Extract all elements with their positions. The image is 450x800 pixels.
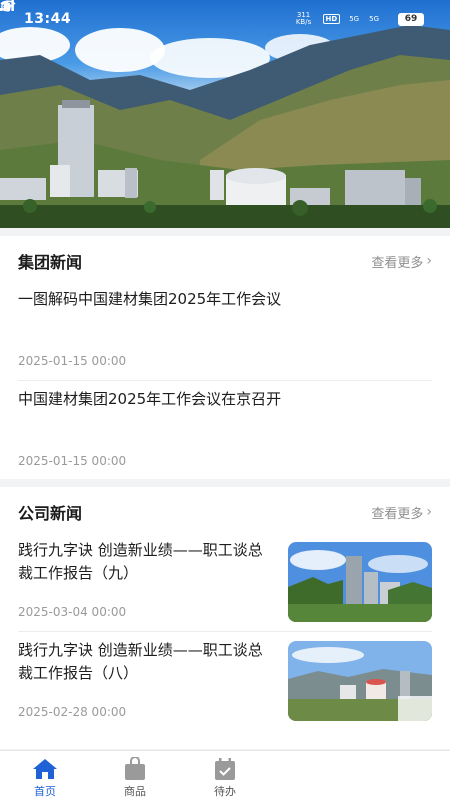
company-news-more-label: 查看更多 [371,506,424,522]
hd-badge: HD [322,14,341,24]
company-news-section: 公司新闻 查看更多 › 践行九字诀 创造新业绩——职工谈总裁工作报告（九） 20… [0,487,450,749]
news-title: 践行九字诀 创造新业绩——职工谈总裁工作报告（八） [18,641,263,682]
tab-home[interactable]: 首页 [15,757,75,799]
tab-products[interactable]: 商品 [105,756,165,799]
bag-icon [105,756,165,781]
news-date: 2025-01-15 00:00 [18,354,127,368]
company-news-more-link[interactable]: 查看更多 › [371,503,432,522]
tab-label: 首页 [34,785,56,798]
signal-5g-1-icon: 5G [0,0,360,23]
news-date: 2025-02-28 00:00 [18,705,127,719]
group-news-more-link[interactable]: 查看更多 › [371,252,432,271]
calendar-check-icon [195,757,255,781]
company-news-item-1[interactable]: 践行九字诀 创造新业绩——职工谈总裁工作报告（九） 2025-03-04 00:… [18,539,432,629]
home-icon [15,757,75,781]
signal-5g-1-label: 5G [349,15,360,23]
status-bar: 13:44 311 KB/s HD 5G 5G 69 [0,0,450,38]
news-date: 2025-01-15 00:00 [18,454,127,468]
divider [18,631,432,632]
divider [18,380,432,381]
news-thumbnail-image [288,641,432,721]
news-title: 中国建材集团2025年工作会议在京召开 [18,390,282,408]
status-time: 13:44 [24,11,72,27]
news-thumbnail-image [288,542,432,622]
company-news-item-2[interactable]: 践行九字诀 创造新业绩——职工谈总裁工作报告（八） 2025-02-28 00:… [18,639,432,731]
news-title: 一图解码中国建材集团2025年工作会议 [18,290,282,308]
chevron-right-icon: › [426,253,432,269]
company-news-title: 公司新闻 [18,504,83,523]
group-news-header: 集团新闻 查看更多 › [18,248,432,274]
chevron-right-icon: › [426,504,432,520]
hero-banner-image[interactable]: 13:44 311 KB/s HD 5G 5G 69 [0,0,450,228]
news-title: 践行九字诀 创造新业绩——职工谈总裁工作报告（九） [18,541,263,582]
net-speed-text: 311 KB/s [295,11,312,26]
group-news-title: 集团新闻 [18,253,83,272]
group-news-section: 集团新闻 查看更多 › 一图解码中国建材集团2025年工作会议 2025-01-… [0,236,450,479]
status-icons: 311 KB/s HD 5G 5G 69 [0,0,424,26]
signal-5g-2-icon: 5G [0,0,380,23]
group-news-item-1[interactable]: 一图解码中国建材集团2025年工作会议 2025-01-15 00:00 [18,288,432,378]
signal-5g-2-label: 5G [369,15,379,23]
group-news-item-2[interactable]: 中国建材集团2025年工作会议在京召开 2025-01-15 00:00 [18,388,432,476]
app-page: 13:44 311 KB/s HD 5G 5G 69 集团新闻 查看更多 › 一… [0,0,450,800]
bottom-tab-bar: 首页 商品 待办 [0,750,450,800]
group-news-more-label: 查看更多 [371,255,424,271]
news-date: 2025-03-04 00:00 [18,605,127,619]
tab-todo[interactable]: 待办 [195,757,255,799]
tab-label: 商品 [124,785,146,798]
battery-indicator: 69 [398,12,424,26]
tab-label: 待办 [214,785,236,798]
company-news-header: 公司新闻 查看更多 › [18,499,432,525]
